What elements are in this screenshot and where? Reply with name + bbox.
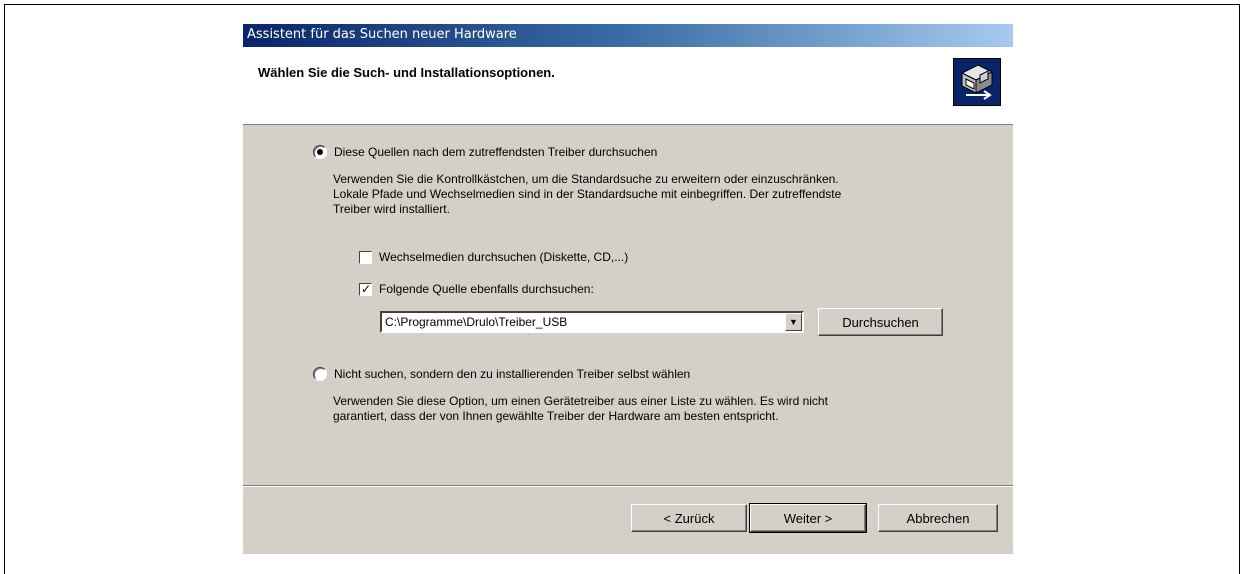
removable-media-checkbox[interactable] (359, 250, 372, 264)
removable-media-label: Wechselmedien durchsuchen (Diskette, CD,… (379, 250, 629, 264)
search-sources-radio[interactable] (313, 145, 327, 159)
manual-driver-description: Verwenden Sie diese Option, um einen Ger… (333, 394, 828, 424)
hardware-wizard-dialog: Assistent für das Suchen neuer Hardware … (243, 24, 1013, 554)
dropdown-arrow-icon[interactable]: ▼ (785, 313, 802, 331)
description-line: Verwenden Sie diese Option, um einen Ger… (333, 394, 828, 408)
wizard-header: Wählen Sie die Such- und Installationsop… (243, 47, 1013, 125)
search-sources-label: Diese Quellen nach dem zutreffendsten Tr… (334, 145, 658, 159)
manual-driver-radio[interactable] (313, 367, 327, 381)
cancel-button[interactable]: Abbrechen (878, 504, 998, 532)
search-sources-description: Verwenden Sie die Kontrollkästchen, um d… (333, 172, 841, 217)
page-title: Wählen Sie die Such- und Installationsop… (258, 65, 555, 80)
title-bar[interactable]: Assistent für das Suchen neuer Hardware (243, 24, 1013, 47)
manual-driver-option[interactable]: Nicht suchen, sondern den zu installiere… (313, 367, 690, 381)
wizard-footer: < Zurück Weiter > Abbrechen (243, 487, 1013, 554)
hardware-wizard-icon (953, 58, 1001, 106)
description-line: Treiber wird installiert. (333, 202, 450, 216)
include-location-option[interactable]: ✓ Folgende Quelle ebenfalls durchsuchen: (359, 282, 594, 296)
location-path-combobox[interactable]: C:\Programme\Drulo\Treiber_USB ▼ (380, 311, 804, 333)
search-sources-option[interactable]: Diese Quellen nach dem zutreffendsten Tr… (313, 145, 657, 159)
browse-button[interactable]: Durchsuchen (818, 308, 943, 336)
wizard-content: Diese Quellen nach dem zutreffendsten Tr… (243, 125, 1013, 485)
manual-driver-label: Nicht suchen, sondern den zu installiere… (334, 367, 691, 381)
removable-media-option[interactable]: Wechselmedien durchsuchen (Diskette, CD,… (359, 250, 628, 264)
description-line: garantiert, dass der von Ihnen gewählte … (333, 409, 779, 423)
include-location-label: Folgende Quelle ebenfalls durchsuchen: (379, 282, 594, 296)
include-location-checkbox[interactable]: ✓ (359, 281, 372, 296)
description-line: Lokale Pfade und Wechselmedien sind in d… (333, 187, 842, 201)
back-button[interactable]: < Zurück (631, 504, 747, 532)
window-title: Assistent für das Suchen neuer Hardware (247, 27, 517, 42)
description-line: Verwenden Sie die Kontrollkästchen, um d… (333, 172, 839, 186)
location-path-value[interactable]: C:\Programme\Drulo\Treiber_USB (385, 315, 567, 329)
checkmark-icon: ✓ (361, 281, 372, 296)
next-button[interactable]: Weiter > (749, 503, 867, 533)
